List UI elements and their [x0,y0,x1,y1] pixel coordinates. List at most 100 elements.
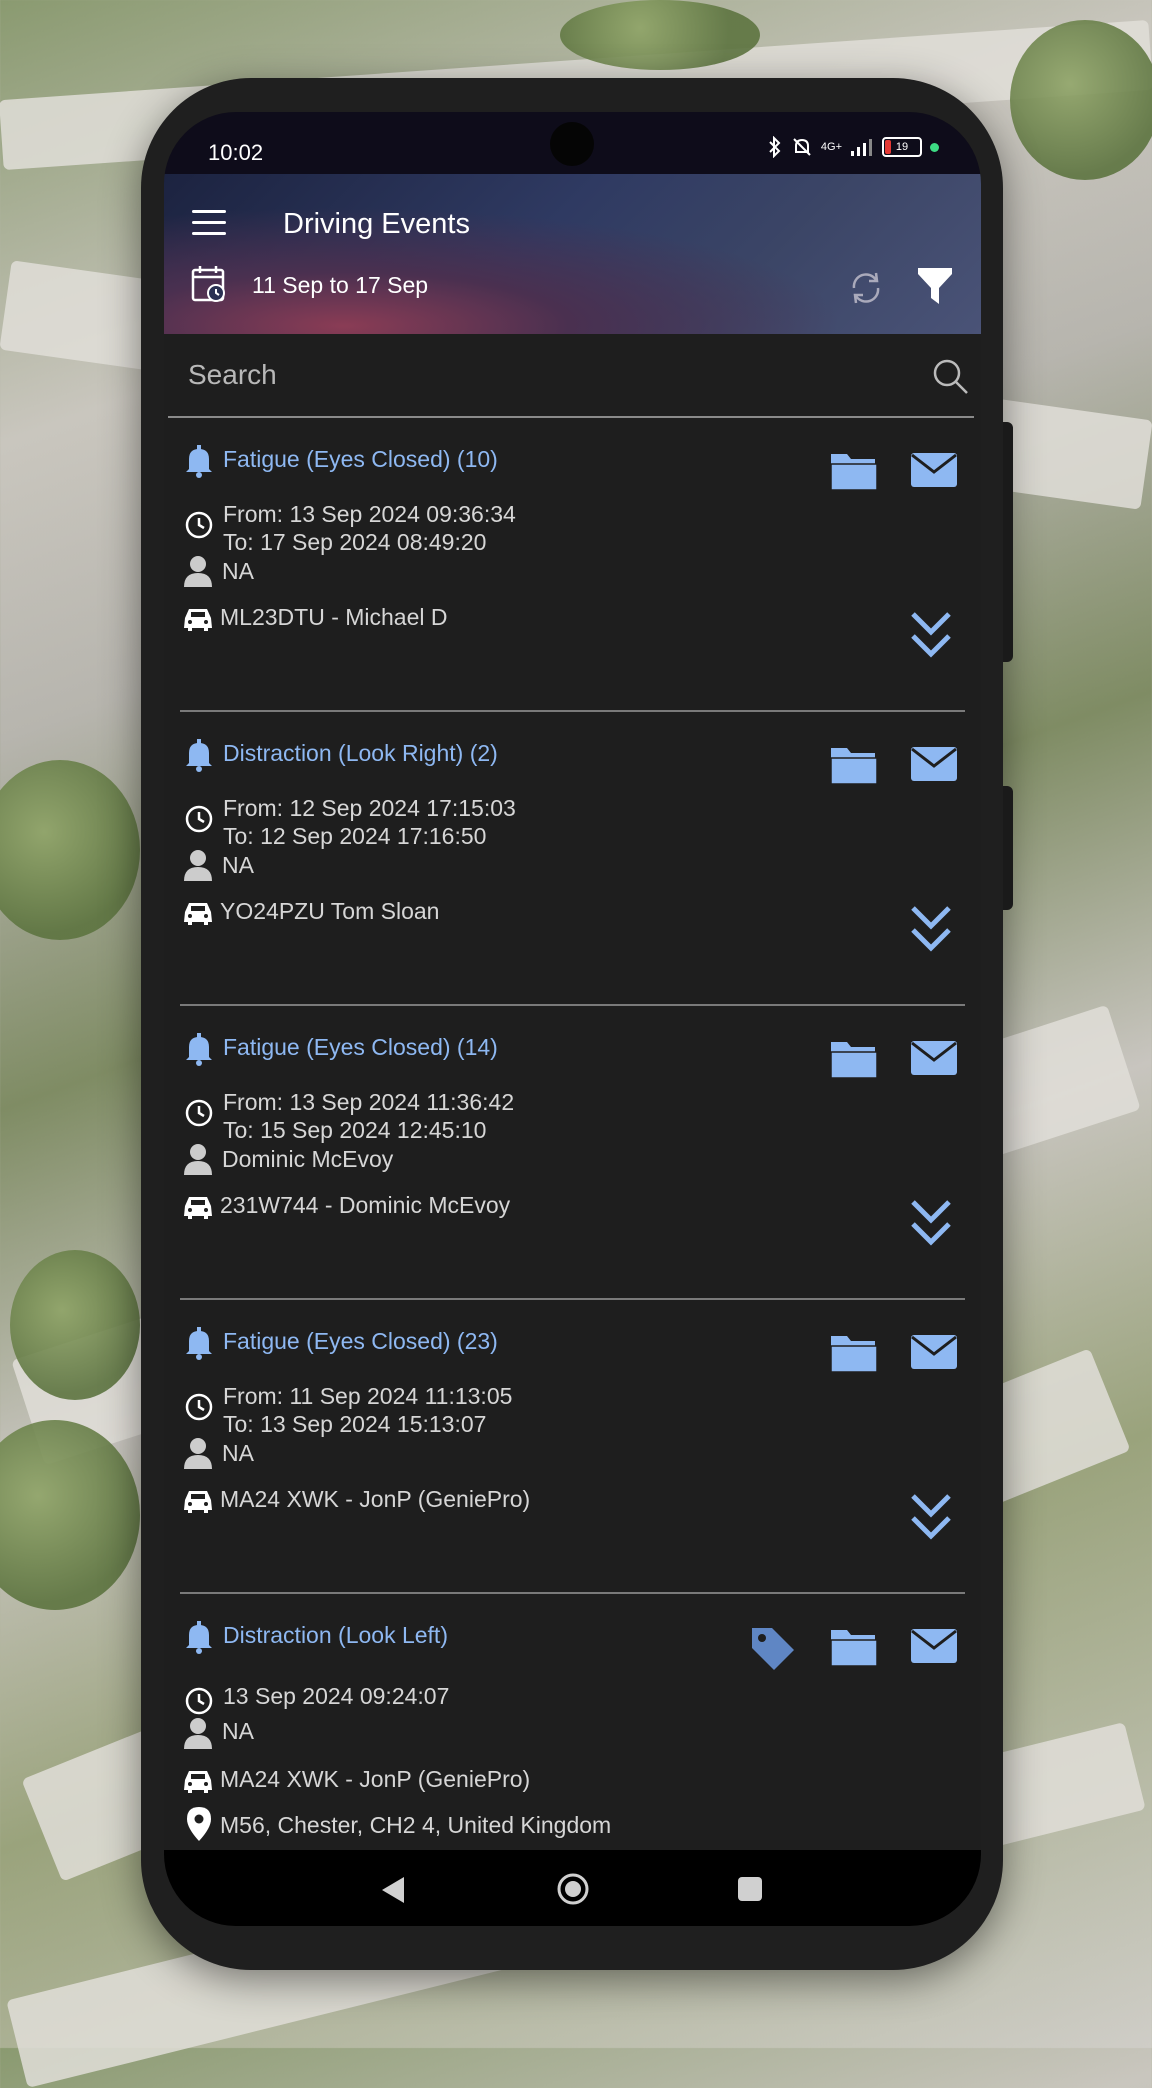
event-title[interactable]: Distraction (Look Right) (2) [223,740,498,767]
phone-screen: 10:02 4G+ 19 Driving Events 11 Sep to 17… [164,112,981,1926]
event-card[interactable]: Fatigue (Eyes Closed) (14) From: 13 Sep … [164,1006,981,1300]
expand-chevron-icon[interactable] [910,1492,952,1542]
folder-icon[interactable] [829,742,879,786]
event-location: M56, Chester, CH2 4, United Kingdom [220,1812,612,1838]
car-icon [184,1197,212,1219]
clock-icon [185,1099,213,1127]
event-to: To: 15 Sep 2024 12:45:10 [223,1117,487,1143]
clock-icon [185,511,213,539]
car-icon [184,1771,212,1793]
clock-icon [185,805,213,833]
event-driver: NA [222,1440,254,1466]
event-title[interactable]: Fatigue (Eyes Closed) (14) [223,1034,498,1061]
event-to: To: 13 Sep 2024 15:13:07 [223,1411,487,1437]
expand-chevron-icon[interactable] [910,904,952,954]
event-time: From: 13 Sep 2024 11:36:42 To: 15 Sep 20… [223,1088,514,1144]
car-icon [184,609,212,631]
event-card[interactable]: Fatigue (Eyes Closed) (23) From: 11 Sep … [164,1300,981,1594]
filter-icon[interactable] [917,266,953,306]
menu-icon[interactable] [192,210,226,236]
event-driver: Dominic McEvoy [222,1146,394,1172]
event-from: From: 13 Sep 2024 11:36:42 [223,1089,515,1115]
network-type: 4G+ [820,141,842,153]
folder-icon[interactable] [829,1330,879,1374]
event-card[interactable]: Distraction (Look Left) 13 Sep 2024 09:2… [164,1594,981,1888]
event-to: To: 12 Sep 2024 17:16:50 [223,823,487,849]
event-timestamp: 13 Sep 2024 09:24:07 [223,1683,450,1709]
app-header: Driving Events 11 Sep to 17 Sep [164,174,981,334]
location-pin-icon [187,1807,211,1841]
system-nav-bar [164,1850,981,1926]
user-icon [184,1144,212,1175]
signal-icon [851,139,872,156]
event-vehicle: 231W744 - Dominic McEvoy [220,1192,511,1218]
event-driver: NA [222,852,254,878]
tag-icon[interactable] [748,1624,798,1674]
front-camera [550,122,594,166]
status-time: 10:02 [208,140,264,165]
date-range[interactable]: 11 Sep to 17 Sep [252,272,428,299]
mail-icon[interactable] [910,1626,958,1666]
event-vehicle: ML23DTU - Michael D [220,604,448,630]
home-icon[interactable] [556,1872,590,1906]
event-time: From: 11 Sep 2024 11:13:05 To: 13 Sep 20… [223,1382,512,1438]
event-time: 13 Sep 2024 09:24:07 [223,1682,449,1710]
event-vehicle: MA24 XWK - JonP (GeniePro) [220,1486,531,1512]
event-driver: NA [222,558,254,584]
event-card[interactable]: Fatigue (Eyes Closed) (10) From: 13 Sep … [164,418,981,712]
mail-icon[interactable] [910,744,958,784]
privacy-indicator-dot [930,142,939,152]
notifications-muted-icon [793,138,811,156]
event-from: From: 13 Sep 2024 09:36:34 [223,501,516,527]
event-vehicle: YO24PZU Tom Sloan [220,898,440,924]
user-icon [184,850,212,881]
event-from: From: 11 Sep 2024 11:13:05 [223,1383,513,1409]
refresh-icon[interactable] [846,268,886,308]
user-icon [184,1718,212,1749]
mail-icon[interactable] [910,1332,958,1372]
status-icons: 4G+ 19 [767,136,939,158]
page-title: Driving Events [283,208,470,240]
folder-icon[interactable] [829,1036,879,1080]
event-title[interactable]: Distraction (Look Left) [223,1622,448,1649]
event-card[interactable]: Distraction (Look Right) (2) From: 12 Se… [164,712,981,1006]
search-input[interactable] [186,352,890,398]
clock-icon [185,1393,213,1421]
search-bar [168,334,974,418]
recent-apps-icon[interactable] [738,1877,762,1901]
folder-icon[interactable] [829,1624,879,1668]
bluetooth-icon [769,136,781,158]
event-from: From: 12 Sep 2024 17:15:03 [223,795,516,821]
event-driver: NA [222,1718,254,1744]
mail-icon[interactable] [910,450,958,490]
event-vehicle: MA24 XWK - JonP (GeniePro) [220,1766,531,1792]
bell-icon [186,1327,212,1360]
battery-icon: 19 [882,137,922,157]
event-to: To: 17 Sep 2024 08:49:20 [223,529,487,555]
search-icon[interactable] [930,356,970,396]
clock-icon [185,1687,213,1715]
status-bar: 10:02 4G+ 19 [164,112,981,174]
side-button-lower [1003,786,1013,910]
calendar-icon[interactable] [190,264,230,304]
car-icon [184,903,212,925]
bell-icon [186,1033,212,1066]
event-title[interactable]: Fatigue (Eyes Closed) (23) [223,1328,498,1355]
folder-icon[interactable] [829,448,879,492]
user-icon [184,556,212,587]
bell-icon [186,1621,212,1654]
mail-icon[interactable] [910,1038,958,1078]
expand-chevron-icon[interactable] [910,610,952,660]
back-icon[interactable] [380,1876,406,1904]
bell-icon [186,445,212,478]
event-time: From: 13 Sep 2024 09:36:34 To: 17 Sep 20… [223,500,516,556]
expand-chevron-icon[interactable] [910,1198,952,1248]
event-list: Fatigue (Eyes Closed) (10) From: 13 Sep … [164,418,981,1888]
event-time: From: 12 Sep 2024 17:15:03 To: 12 Sep 20… [223,794,516,850]
bell-icon [186,739,212,772]
user-icon [184,1438,212,1469]
side-button-upper [1003,422,1013,662]
battery-level: 19 [895,141,909,153]
event-title[interactable]: Fatigue (Eyes Closed) (10) [223,446,498,473]
car-icon [184,1491,212,1513]
